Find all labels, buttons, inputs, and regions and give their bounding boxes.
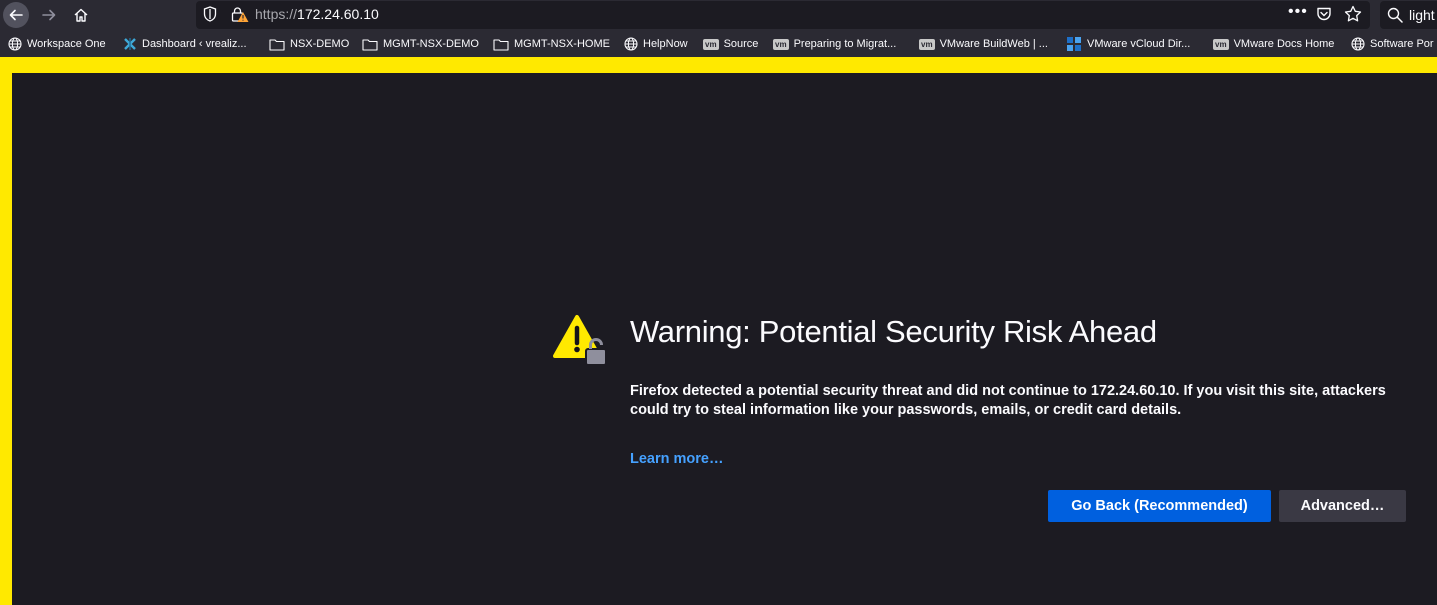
pocket-icon[interactable] — [1316, 6, 1332, 27]
bookmark-workspace-one[interactable]: Workspace One — [8, 35, 106, 53]
bookmark-label: HelpNow — [643, 38, 688, 50]
globe-icon — [8, 37, 22, 51]
bookmark-source[interactable]: vm Source — [703, 35, 758, 53]
error-description: Firefox detected a potential security th… — [630, 383, 1386, 418]
bookmark-label: Source — [723, 38, 759, 50]
bookmark-label: Preparing to Migrat... — [793, 38, 897, 50]
bookmark-label: VMware Docs Home — [1233, 38, 1335, 50]
vm-icon: vm — [1213, 38, 1229, 50]
back-button[interactable] — [3, 2, 29, 28]
search-icon — [1387, 7, 1403, 28]
bookmark-vmware-buildweb[interactable]: vm VMware BuildWeb | ... — [919, 35, 1048, 53]
arrow-left-icon — [9, 9, 23, 21]
globe-icon — [1351, 37, 1365, 51]
globe-icon — [624, 37, 638, 51]
bookmark-label: VMware vCloud Dir... — [1087, 38, 1191, 50]
arrow-right-icon — [42, 9, 56, 21]
bookmark-label: Dashboard ‹ vrealiz... — [142, 38, 247, 50]
remote-control-frame-left — [0, 57, 12, 605]
url-scheme: https:// — [255, 6, 298, 22]
vm-icon: vm — [703, 38, 719, 50]
forward-button[interactable] — [36, 2, 62, 28]
bookmark-label: Software Por — [1370, 38, 1434, 50]
folder-icon — [362, 38, 378, 51]
bookmark-helpnow[interactable]: HelpNow — [624, 35, 688, 53]
vcloud-icon — [1066, 36, 1082, 52]
url-text[interactable]: https://172.24.60.10 — [255, 6, 379, 22]
bookmark-label: VMware BuildWeb | ... — [939, 38, 1048, 50]
bookmark-preparing-to-migrate[interactable]: vm Preparing to Migrat... — [773, 35, 896, 53]
bookmark-vmware-vcloud-director[interactable]: VMware vCloud Dir... — [1066, 35, 1190, 53]
bookmark-mgmt-nsx-home[interactable]: MGMT-NSX-HOME — [493, 35, 610, 53]
folder-icon — [493, 38, 509, 51]
bookmark-label: MGMT-NSX-DEMO — [383, 38, 479, 50]
bookmark-mgmt-nsx-demo[interactable]: MGMT-NSX-DEMO — [362, 35, 479, 53]
go-back-button[interactable]: Go Back (Recommended) — [1048, 490, 1271, 522]
vrealize-icon — [123, 37, 137, 51]
learn-more-link[interactable]: Learn more… — [630, 451, 723, 467]
vm-icon: vm — [773, 38, 789, 50]
bookmark-label: MGMT-NSX-HOME — [514, 38, 610, 50]
remote-control-frame-top — [0, 57, 1437, 73]
bookmark-dashboard-vrealize[interactable]: Dashboard ‹ vrealiz... — [123, 35, 247, 53]
page-actions-menu-icon[interactable]: ••• — [1288, 3, 1308, 21]
warning-triangle-lock-icon — [552, 314, 610, 375]
vm-icon: vm — [919, 38, 935, 50]
insecure-lock-warning-icon[interactable] — [231, 6, 249, 28]
tracking-protection-shield-icon[interactable] — [203, 6, 217, 27]
advanced-button[interactable]: Advanced… — [1279, 490, 1406, 522]
bookmark-nsx-demo[interactable]: NSX-DEMO — [269, 35, 349, 53]
home-icon — [74, 8, 88, 22]
page-title: Warning: Potential Security Risk Ahead — [630, 314, 1157, 349]
bookmark-label: Workspace One — [27, 38, 106, 50]
url-host: 172.24.60.10 — [297, 6, 379, 22]
bookmark-vmware-docs-home[interactable]: vm VMware Docs Home — [1213, 35, 1334, 53]
bookmark-label: NSX-DEMO — [290, 38, 350, 50]
bookmark-star-icon[interactable] — [1344, 5, 1362, 28]
home-button[interactable] — [68, 2, 94, 28]
folder-icon — [269, 38, 285, 51]
bookmark-software-portal[interactable]: Software Por — [1351, 35, 1434, 53]
search-input[interactable]: light — [1409, 7, 1435, 23]
